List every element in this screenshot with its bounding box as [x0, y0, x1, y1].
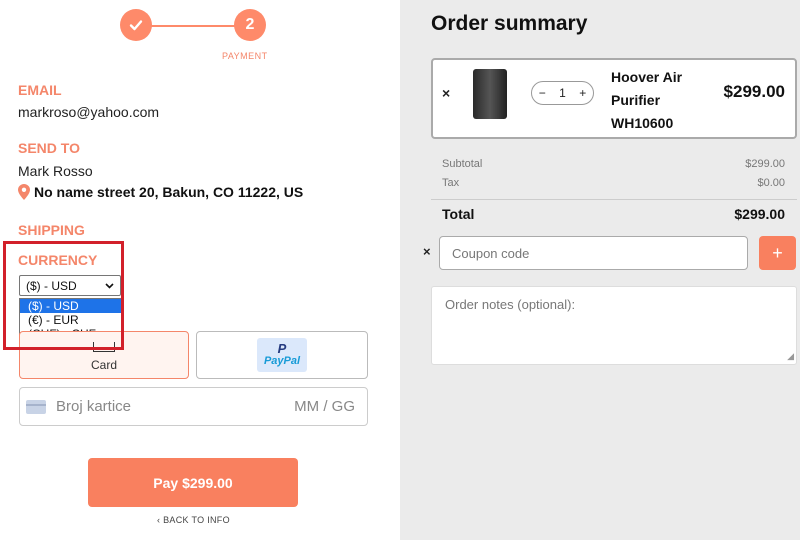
- paypal-logo: P PayPal: [257, 338, 307, 372]
- back-to-info-text: BACK TO INFO: [163, 515, 230, 525]
- total-value: $299.00: [734, 206, 785, 222]
- payment-method-paypal[interactable]: P PayPal: [196, 331, 368, 379]
- send-to-label: SEND TO: [18, 140, 80, 156]
- tax-row: Tax $0.00: [442, 177, 785, 189]
- apply-coupon-button[interactable]: +: [759, 236, 796, 270]
- card-number-placeholder: Broj kartice: [56, 398, 132, 415]
- step-2-number: 2: [245, 16, 255, 33]
- coupon-code-input[interactable]: Coupon code: [439, 236, 748, 270]
- order-summary-title: Order summary: [431, 12, 588, 35]
- step-connector: [150, 25, 238, 27]
- order-notes-placeholder: Order notes (optional):: [445, 297, 576, 312]
- check-icon: [129, 20, 143, 31]
- address-text: No name street 20, Bakun, CO 11222, US: [34, 184, 304, 200]
- step-2-label: PAYMENT: [222, 51, 268, 61]
- total-row: Total $299.00: [442, 206, 785, 222]
- credit-card-icon: [26, 399, 46, 414]
- subtotal-label: Subtotal: [442, 158, 483, 170]
- paypal-text: PayPal: [263, 355, 301, 367]
- product-name: Hoover Air Purifier WH10600: [611, 69, 683, 131]
- resize-grip-icon[interactable]: ◢: [787, 351, 794, 362]
- increase-quantity-button[interactable]: +: [579, 86, 586, 100]
- shipping-address: No name street 20, Bakun, CO 11222, US: [18, 184, 303, 200]
- coupon-placeholder: Coupon code: [452, 245, 530, 261]
- card-label: Card: [90, 358, 117, 372]
- clear-coupon-icon[interactable]: ×: [423, 244, 431, 259]
- quantity-stepper: − 1 +: [531, 81, 594, 105]
- pay-button[interactable]: Pay $299.00: [88, 458, 298, 507]
- cart-item: × − 1 + Hoover Air Purifier WH10600 $299…: [431, 58, 797, 139]
- step-2-current: 2: [234, 9, 266, 41]
- quantity-value[interactable]: 1: [559, 86, 566, 100]
- currency-highlight-box: [3, 241, 124, 350]
- expiry-placeholder[interactable]: MM / GG: [294, 398, 355, 415]
- remove-item-icon[interactable]: ×: [442, 85, 450, 101]
- decrease-quantity-button[interactable]: −: [539, 86, 546, 100]
- subtotal-value: $299.00: [745, 158, 785, 170]
- plus-icon: +: [772, 242, 783, 263]
- step-1-complete[interactable]: [120, 9, 152, 41]
- shipping-label: SHIPPING: [18, 222, 85, 238]
- email-value: markroso@yahoo.com: [18, 104, 160, 120]
- product-price: $299.00: [723, 82, 785, 101]
- summary-divider: [431, 199, 797, 200]
- product-image: [473, 69, 507, 119]
- order-notes-textarea[interactable]: Order notes (optional): ◢: [431, 286, 797, 365]
- email-label: EMAIL: [18, 82, 62, 98]
- card-number-field[interactable]: Broj kartice MM / GG: [19, 387, 368, 426]
- tax-label: Tax: [442, 177, 460, 189]
- subtotal-row: Subtotal $299.00: [442, 158, 785, 170]
- map-pin-icon: [18, 184, 30, 200]
- total-label: Total: [442, 206, 475, 222]
- recipient-name: Mark Rosso: [18, 163, 93, 179]
- tax-value: $0.00: [757, 177, 785, 189]
- back-to-info-link[interactable]: ‹ BACK TO INFO: [157, 515, 230, 525]
